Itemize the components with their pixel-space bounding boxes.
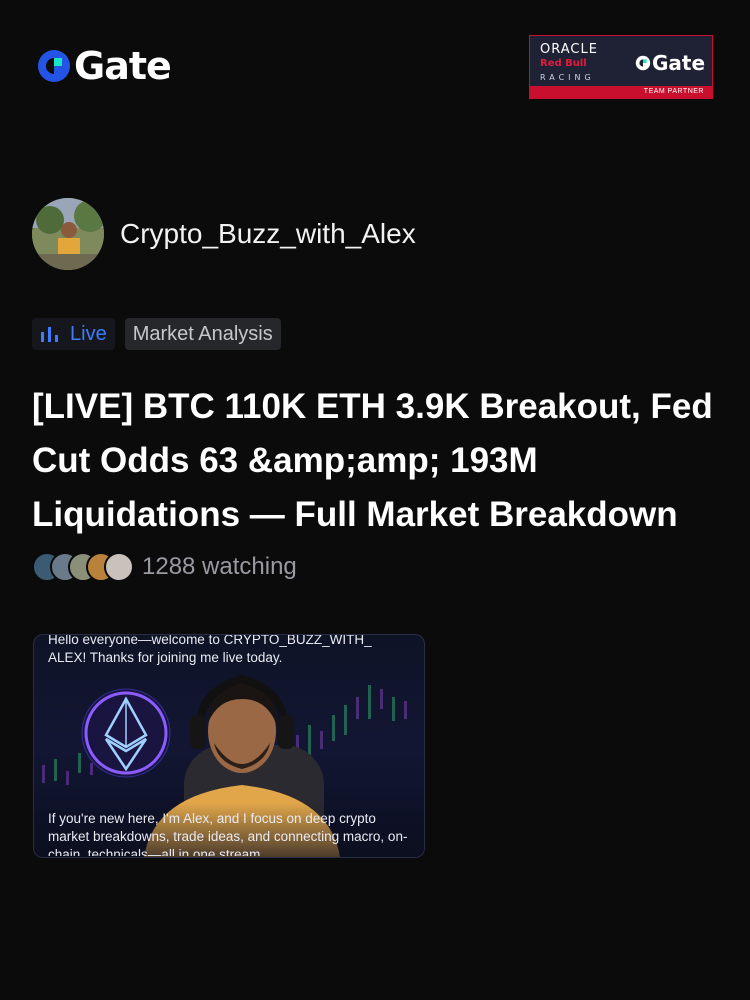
partner-redbull: Red Bull <box>540 58 587 69</box>
gate-logo[interactable]: Gate <box>34 44 172 88</box>
brand-name: Gate <box>74 44 172 88</box>
live-label: Live <box>70 322 107 345</box>
gate-logo-icon <box>38 50 70 82</box>
caption-top: Hello everyone—welcome to CRYPTO_BUZZ_WI… <box>48 634 372 665</box>
partner-gate-logo: Gate <box>634 51 705 75</box>
partner-oracle: ORACLE <box>540 42 598 57</box>
viewer-avatars <box>32 552 134 582</box>
live-badge: Live <box>32 318 115 350</box>
viewer-avatar <box>104 552 134 582</box>
author-name[interactable]: Crypto_Buzz_with_Alex <box>120 218 416 250</box>
stream-thumbnail[interactable]: Hello everyone—welcome to CRYPTO_BUZZ_WI… <box>33 634 425 858</box>
partner-gate-text: Gate <box>652 51 706 75</box>
author-row[interactable]: Crypto_Buzz_with_Alex <box>32 198 416 270</box>
partner-tag: TEAM PARTNER <box>530 86 712 98</box>
watching-row: 1288 watching <box>32 552 297 582</box>
live-bars-icon <box>41 327 58 342</box>
avatar-image <box>32 198 104 270</box>
category-tag[interactable]: Market Analysis <box>124 318 281 350</box>
partner-racing: RACING <box>540 73 595 82</box>
stream-title[interactable]: [LIVE] BTC 110K ETH 3.9K Breakout, Fed C… <box>32 380 722 542</box>
partner-gate-icon <box>635 55 651 71</box>
tag-row: Live Market Analysis <box>32 318 281 350</box>
caption-bottom: If you're new here, I'm Alex, and I focu… <box>48 811 408 856</box>
avatar[interactable] <box>32 198 104 270</box>
watching-count: 1288 watching <box>142 553 297 580</box>
partner-banner[interactable]: ORACLE Red Bull RACING Gate TEAM PARTNER <box>529 35 713 99</box>
